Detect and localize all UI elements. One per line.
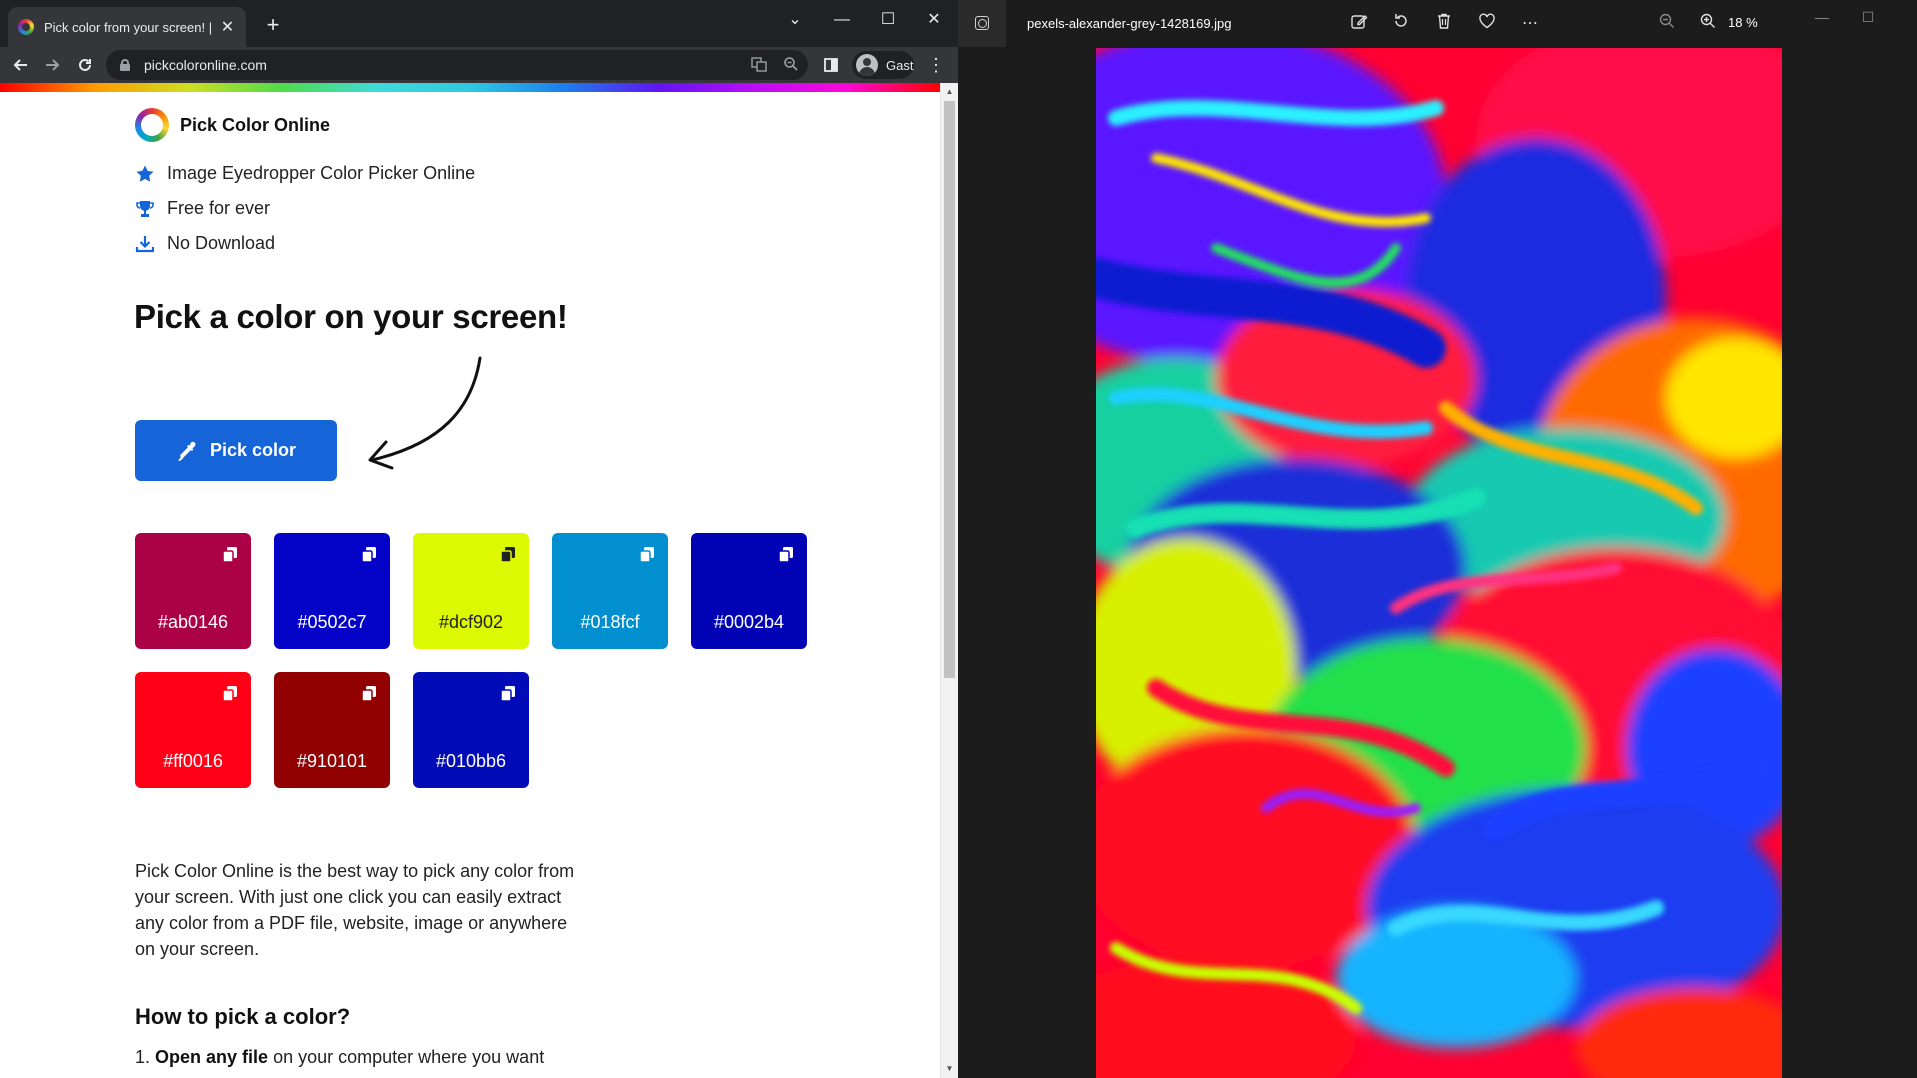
- eyedropper-icon: [178, 441, 196, 461]
- tab-close-icon[interactable]: ✕: [219, 17, 236, 37]
- gallery-icon: [975, 16, 989, 30]
- photo-viewer-window: pexels-alexander-grey-1428169.jpg ⋯ 18 %…: [958, 0, 1917, 1078]
- abstract-paint-photo[interactable]: [1096, 48, 1782, 1078]
- favorite-icon[interactable]: [1475, 12, 1499, 36]
- site-logo[interactable]: Pick Color Online: [135, 108, 330, 142]
- scroll-thumb[interactable]: [944, 101, 955, 678]
- feature-text: No Download: [167, 233, 276, 253]
- swatch-hex-label: #010bb6: [435, 751, 507, 771]
- viewer-titlebar: pexels-alexander-grey-1428169.jpg ⋯ 18 %…: [958, 0, 1917, 47]
- profile-button[interactable]: Gast: [852, 51, 914, 79]
- page-headline: Pick a color on your screen!: [134, 298, 568, 335]
- swatch-hex-label: #ff0016: [163, 751, 223, 771]
- profile-label: Gast: [886, 57, 914, 73]
- scroll-down-arrow-icon[interactable]: ▼: [941, 1062, 958, 1076]
- zoom-out-icon[interactable]: [1655, 12, 1679, 36]
- feature-text: Image Eyedropper Color Picker Online: [167, 163, 476, 183]
- minimize-button[interactable]: —: [822, 4, 862, 36]
- swatch-hex-label: #910101: [296, 751, 368, 771]
- address-bar[interactable]: pickcoloronline.com: [106, 50, 808, 80]
- close-window-button[interactable]: ✕: [914, 4, 954, 36]
- tab-title: Pick color from your screen! | Pick Colo…: [44, 19, 211, 35]
- color-swatch[interactable]: #ff0016: [135, 672, 251, 788]
- step-one-text: 1. Open any file on your computer where …: [135, 1044, 605, 1070]
- forward-button[interactable]: [39, 52, 65, 78]
- hand-drawn-arrow-icon: [368, 356, 482, 470]
- viewer-minimize-button[interactable]: —: [1802, 5, 1842, 29]
- copy-icon[interactable]: [499, 545, 517, 563]
- back-button[interactable]: [8, 52, 34, 78]
- trophy-icon: [135, 199, 155, 219]
- color-swatch[interactable]: #ab0146: [135, 533, 251, 649]
- pick-color-label: Pick color: [209, 440, 297, 460]
- site-name: Pick Color Online: [180, 114, 331, 135]
- feature-text: Free for ever: [167, 198, 271, 218]
- avatar-icon: [856, 54, 878, 76]
- paint-swirl-image: [1096, 48, 1782, 1078]
- page-scrollbar[interactable]: ▲ ▼: [940, 83, 958, 1078]
- description-text: Pick Color Online is the best way to pic…: [135, 861, 575, 959]
- rotate-icon[interactable]: [1389, 12, 1413, 36]
- viewer-gallery-button[interactable]: [958, 0, 1006, 47]
- download-icon: [135, 234, 155, 254]
- rainbow-bar: [0, 83, 940, 92]
- color-ring-icon: [135, 108, 169, 142]
- browser-toolbar: pickcoloronline.com Gast ⋮: [0, 47, 958, 83]
- step-rest: on your computer where you want: [268, 1047, 545, 1067]
- copy-icon[interactable]: [221, 684, 239, 702]
- delete-icon[interactable]: [1432, 12, 1456, 36]
- kebab-menu-icon[interactable]: ⋮: [924, 52, 948, 78]
- zoom-in-icon[interactable]: [1696, 12, 1720, 36]
- feature-free: Free for ever: [135, 198, 270, 219]
- more-icon[interactable]: ⋯: [1518, 12, 1542, 36]
- scroll-up-arrow-icon[interactable]: ▲: [941, 85, 958, 99]
- copy-icon[interactable]: [360, 545, 378, 563]
- pick-color-button[interactable]: Pick color: [135, 420, 337, 481]
- how-to-heading: How to pick a color?: [135, 1004, 351, 1029]
- copy-icon[interactable]: [360, 684, 378, 702]
- swatch-hex-label: #018fcf: [580, 612, 640, 632]
- color-swatch[interactable]: #910101: [274, 672, 390, 788]
- feature-no-download: No Download: [135, 233, 275, 254]
- tab-active[interactable]: Pick color from your screen! | Pick Colo…: [8, 7, 246, 47]
- swatch-hex-label: #ab0146: [157, 612, 229, 632]
- copy-icon[interactable]: [499, 684, 517, 702]
- copy-icon[interactable]: [221, 545, 239, 563]
- step-number: 1.: [135, 1047, 151, 1067]
- copy-icon[interactable]: [638, 545, 656, 563]
- reload-icon: [79, 58, 91, 71]
- swatch-hex-label: #0002b4: [713, 612, 785, 632]
- swatch-hex-label: #dcf902: [438, 612, 504, 632]
- side-panel-icon: [824, 58, 838, 72]
- lock-icon[interactable]: [120, 59, 130, 71]
- new-tab-button[interactable]: +: [258, 11, 288, 41]
- file-name: pexels-alexander-grey-1428169.jpg: [1027, 16, 1232, 31]
- viewer-maximize-button[interactable]: ☐: [1848, 5, 1888, 29]
- browser-window: Pick color from your screen! | Pick Colo…: [0, 0, 958, 1078]
- tab-search-button[interactable]: ⌄: [775, 4, 815, 36]
- translate-icon[interactable]: [749, 56, 769, 74]
- swatch-hex-label: #0502c7: [297, 612, 367, 632]
- arrow-left-icon: [13, 59, 27, 71]
- step-bold: Open any file: [155, 1047, 269, 1067]
- zoom-icon[interactable]: [781, 56, 801, 74]
- color-swatch[interactable]: #0002b4: [691, 533, 807, 649]
- color-swatch[interactable]: #0502c7: [274, 533, 390, 649]
- zoom-level: 18 %: [1728, 15, 1758, 30]
- edit-image-icon[interactable]: [1347, 12, 1371, 36]
- color-swatch[interactable]: #010bb6: [413, 672, 529, 788]
- web-page: Pick Color Online Image Eyedropper Color…: [0, 92, 940, 1078]
- star-icon: [135, 164, 155, 184]
- url-text[interactable]: pickcoloronline.com: [144, 57, 267, 73]
- reload-button[interactable]: [72, 52, 98, 78]
- color-swatch[interactable]: #dcf902: [413, 533, 529, 649]
- color-swatch[interactable]: #018fcf: [552, 533, 668, 649]
- feature-eyedropper: Image Eyedropper Color Picker Online: [135, 163, 475, 184]
- copy-icon[interactable]: [777, 545, 795, 563]
- tab-favicon-icon: [18, 19, 34, 35]
- maximize-button[interactable]: ☐: [868, 4, 908, 36]
- side-panel-button[interactable]: [818, 52, 844, 78]
- arrow-right-icon: [46, 59, 60, 71]
- tab-strip: Pick color from your screen! | Pick Colo…: [0, 0, 958, 47]
